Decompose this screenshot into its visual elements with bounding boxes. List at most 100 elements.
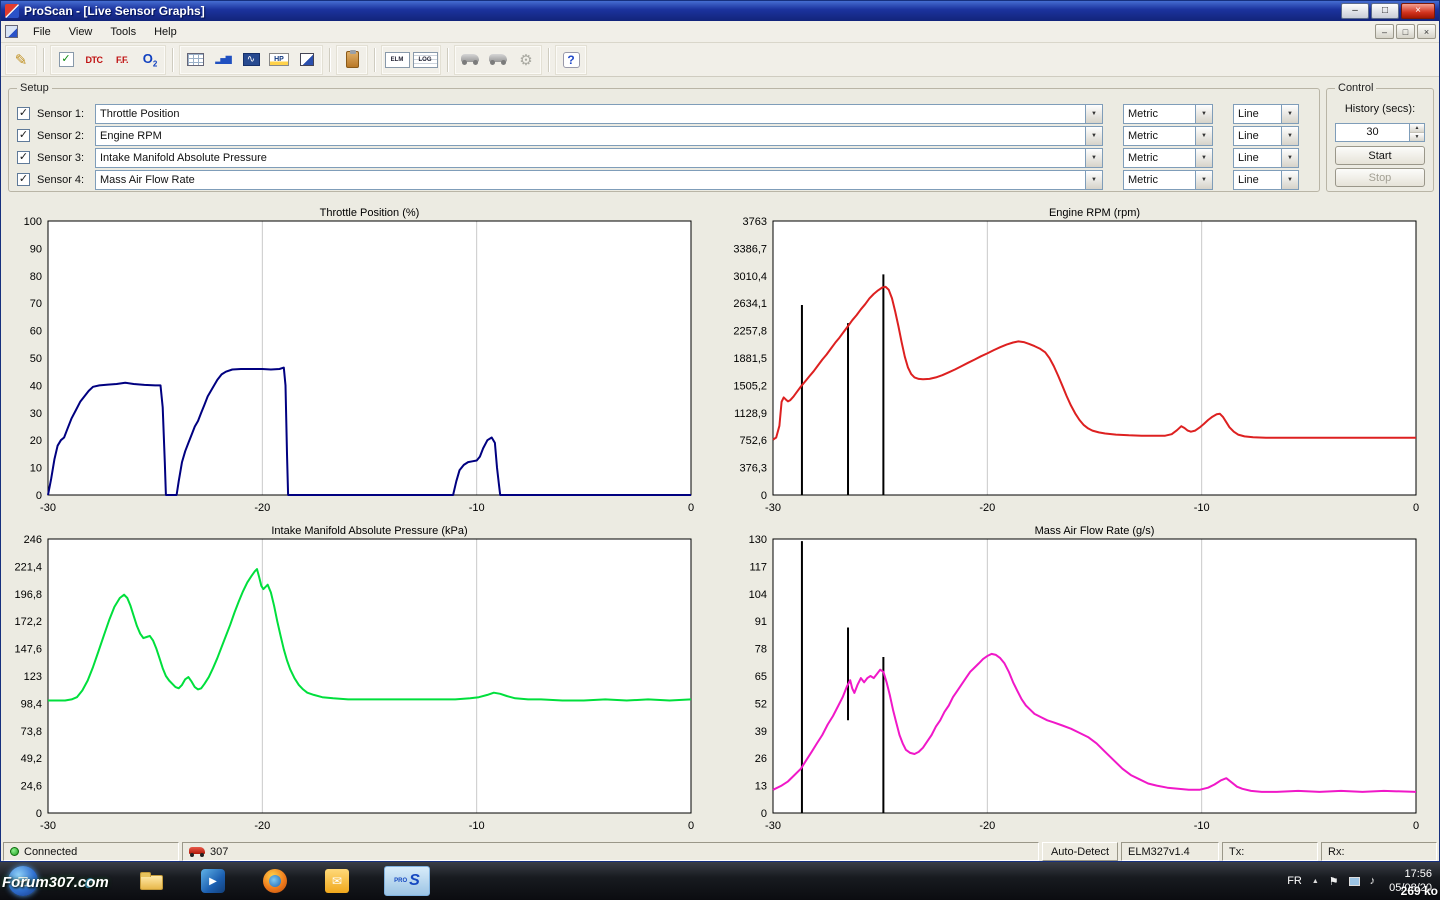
- live-graphs-button[interactable]: ∿: [237, 47, 265, 73]
- mdi-restore-button[interactable]: □: [1396, 24, 1415, 39]
- sensor-4-style-select[interactable]: Line▼: [1233, 170, 1299, 190]
- help-icon: ?: [563, 52, 580, 68]
- chevron-down-icon: ▼: [1085, 127, 1102, 145]
- dtc-button[interactable]: DTC: [80, 47, 108, 73]
- sensor-4-select[interactable]: Mass Air Flow Rate▼: [95, 170, 1103, 190]
- language-indicator[interactable]: FR: [1287, 875, 1302, 887]
- connection-status: Connected: [24, 846, 77, 858]
- help-button[interactable]: ?: [557, 47, 585, 73]
- settings-button[interactable]: ⚙: [512, 47, 540, 73]
- intake-map-chart[interactable]: Intake Manifold Absolute Pressure (kPa)2…: [0, 523, 715, 841]
- taskbar-item-media-player[interactable]: ▶: [198, 866, 228, 896]
- x-tick-label: -30: [40, 502, 56, 514]
- sensor-2-checkbox[interactable]: ✓: [17, 129, 30, 142]
- throttle-position-chart[interactable]: Throttle Position (%)1009080706050403020…: [0, 205, 715, 523]
- sensor-2-select[interactable]: Engine RPM▼: [95, 126, 1103, 146]
- o2-icon: O2: [143, 51, 158, 69]
- y-tick-label: 80: [30, 271, 42, 283]
- mdi-close-button[interactable]: ×: [1417, 24, 1436, 39]
- toolbar-separator: [374, 48, 375, 72]
- toolbar-separator: [172, 48, 173, 72]
- sensor-3-checkbox[interactable]: ✓: [17, 151, 30, 164]
- y-tick-label: 1505,2: [733, 380, 767, 392]
- y-tick-label: 20: [30, 435, 42, 447]
- network-icon[interactable]: [1349, 877, 1360, 886]
- menu-help[interactable]: Help: [145, 23, 186, 41]
- sensor-4-unit-select[interactable]: Metric▼: [1123, 170, 1213, 190]
- taskbar-item-proscan-active[interactable]: PROS: [384, 866, 430, 896]
- freeze-frame-button[interactable]: F.F.: [108, 47, 136, 73]
- y-tick-label: 78: [755, 644, 767, 656]
- taskbar-item-outlook[interactable]: ✉: [322, 866, 352, 896]
- chart-canvas: Mass Air Flow Rate (g/s)1301171049178655…: [725, 523, 1440, 841]
- sensor-1-checkbox[interactable]: ✓: [17, 107, 30, 120]
- report-button[interactable]: [293, 47, 321, 73]
- taskbar-item-explorer[interactable]: [136, 866, 166, 896]
- y-tick-label: 13: [755, 781, 767, 793]
- vehicle-2-button[interactable]: [484, 47, 512, 73]
- sensor-1-select[interactable]: Throttle Position▼: [95, 104, 1103, 124]
- sensor-3-style-select[interactable]: Line▼: [1233, 148, 1299, 168]
- y-tick-label: 1881,5: [733, 353, 767, 365]
- y-tick-label: 49,2: [21, 753, 42, 765]
- down-icon: ▼: [1415, 134, 1420, 140]
- y-tick-label: 60: [30, 326, 42, 338]
- vehicle-1-button[interactable]: [456, 47, 484, 73]
- x-tick-label: -20: [979, 820, 995, 832]
- chevron-down-icon: ▼: [1281, 105, 1298, 123]
- y-tick-label: 172,2: [14, 616, 42, 628]
- connect-button[interactable]: ✎: [7, 47, 35, 73]
- sensor-4-checkbox[interactable]: ✓: [17, 173, 30, 186]
- clipboard-button[interactable]: [338, 47, 366, 73]
- tx-counter: Tx:: [1222, 842, 1318, 861]
- sensor-3-unit-select[interactable]: Metric▼: [1123, 148, 1213, 168]
- spinner-down-button[interactable]: ▼: [1410, 133, 1424, 141]
- sensor-2-unit-select[interactable]: Metric▼: [1123, 126, 1213, 146]
- mdi-minimize-button[interactable]: –: [1375, 24, 1394, 39]
- vehicle-name: 307: [210, 846, 228, 858]
- mass-air-flow-chart[interactable]: Mass Air Flow Rate (g/s)1301171049178655…: [725, 523, 1440, 841]
- engine-rpm-chart[interactable]: Engine RPM (rpm)37633386,73010,42634,122…: [725, 205, 1440, 523]
- history-spinner[interactable]: 30 ▲ ▼: [1335, 123, 1425, 142]
- maximize-button[interactable]: □: [1371, 3, 1399, 19]
- menu-file[interactable]: File: [24, 23, 60, 41]
- y-tick-label: 0: [36, 490, 42, 502]
- sensor-2-value: Engine RPM: [96, 127, 1085, 145]
- sensor-grid-button[interactable]: [181, 47, 209, 73]
- readiness-tests-button[interactable]: ✓: [52, 47, 80, 73]
- y-tick-label: 100: [24, 216, 42, 228]
- menu-view[interactable]: View: [60, 23, 102, 41]
- device-version: ELM327v1.4: [1121, 842, 1219, 861]
- volume-icon[interactable]: ♪: [1370, 875, 1376, 887]
- sensor-1-style-value: Line: [1234, 105, 1281, 123]
- control-group-label: Control: [1335, 82, 1376, 94]
- y-tick-label: 24,6: [21, 781, 42, 793]
- x-tick-label: -20: [254, 820, 270, 832]
- horsepower-test-button[interactable]: HP: [265, 47, 293, 73]
- elm-console-button[interactable]: ELM: [383, 47, 411, 73]
- start-button[interactable]: Start: [1335, 146, 1425, 165]
- sensor-1-unit-select[interactable]: Metric▼: [1123, 104, 1213, 124]
- y-tick-label: 40: [30, 380, 42, 392]
- y-tick-label: 376,3: [739, 463, 767, 475]
- taskbar-item-firefox[interactable]: [260, 866, 290, 896]
- close-button[interactable]: ×: [1401, 3, 1435, 19]
- y-tick-label: 39: [755, 726, 767, 738]
- y-tick-label: 147,6: [14, 644, 42, 656]
- sensor-bars-button[interactable]: ▂▅▇: [209, 47, 237, 73]
- tray-expand-icon[interactable]: ▲: [1312, 878, 1319, 885]
- auto-detect-button[interactable]: Auto-Detect: [1042, 842, 1118, 861]
- chevron-down-icon: ▼: [1085, 149, 1102, 167]
- mdi-close-icon: ×: [1424, 27, 1429, 37]
- menu-tools[interactable]: Tools: [101, 23, 145, 41]
- sensor-2-style-select[interactable]: Line▼: [1233, 126, 1299, 146]
- spinner-up-button[interactable]: ▲: [1410, 124, 1424, 133]
- sensor-1-style-select[interactable]: Line▼: [1233, 104, 1299, 124]
- sensor-3-select[interactable]: Intake Manifold Absolute Pressure▼: [95, 148, 1103, 168]
- chart-canvas: Engine RPM (rpm)37633386,73010,42634,122…: [725, 205, 1440, 523]
- x-tick-label: 0: [688, 820, 694, 832]
- o2-sensors-button[interactable]: O2: [136, 47, 164, 73]
- flag-icon[interactable]: ⚑: [1329, 875, 1339, 888]
- minimize-button[interactable]: –: [1341, 3, 1369, 19]
- log-button[interactable]: LOG: [411, 47, 439, 73]
